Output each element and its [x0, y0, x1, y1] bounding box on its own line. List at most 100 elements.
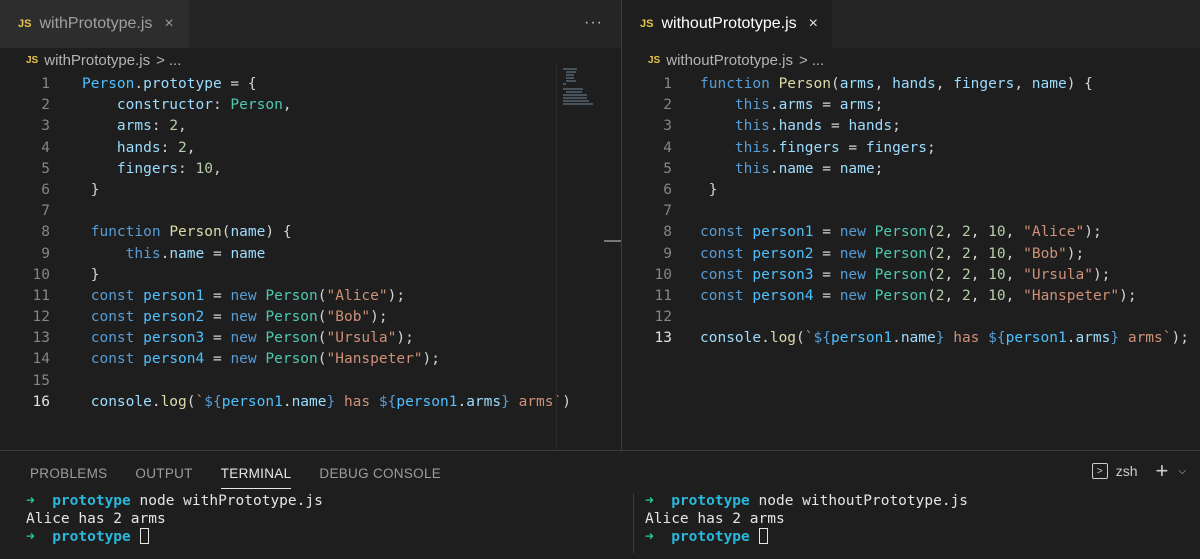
code-line[interactable]: 6 }: [0, 180, 621, 201]
code-text: console.log(`${person1.name} has ${perso…: [700, 330, 1189, 347]
code-text: this.name = name: [125, 245, 266, 262]
code-text: this.name = name;: [734, 160, 884, 177]
tab-problems[interactable]: PROBLEMS: [30, 451, 107, 497]
code-line[interactable]: 14 const person4 = new Person("Hanspeter…: [0, 349, 621, 370]
breadcrumb-file[interactable]: withoutPrototype.js: [666, 52, 793, 69]
code-text: Person.prototype = {: [82, 76, 257, 92]
code-line[interactable]: 4 hands: 2,: [0, 138, 621, 159]
code-line[interactable]: 9 this.name = name: [0, 244, 621, 265]
code-line[interactable]: 10 }: [0, 265, 621, 286]
line-number: 16: [32, 393, 50, 410]
close-icon[interactable]: ×: [809, 15, 818, 33]
more-actions-icon[interactable]: ···: [584, 14, 603, 32]
new-terminal-icon[interactable]: +: [1156, 460, 1169, 482]
tab-with-prototype[interactable]: JS withPrototype.js ×: [0, 0, 190, 48]
js-file-icon: JS: [18, 18, 32, 30]
line-number: 7: [663, 203, 672, 220]
terminal-shell-icon[interactable]: >: [1091, 463, 1108, 479]
line-number: 12: [654, 309, 672, 326]
code-line[interactable]: 6 }: [622, 180, 1200, 201]
prompt-arrow-icon: ➜: [26, 529, 35, 545]
code-line[interactable]: 1 Person.prototype = {: [0, 74, 621, 95]
line-number: 1: [663, 76, 672, 92]
scrollbar[interactable]: [604, 240, 621, 242]
code-editor[interactable]: 1 function Person(arms, hands, fingers, n…: [622, 74, 1200, 349]
chevron-down-icon[interactable]: ⌵: [1178, 466, 1186, 477]
code-line[interactable]: 7: [0, 201, 621, 222]
code-text: const person2 = new Person("Bob");: [82, 309, 388, 326]
code-line[interactable]: 5 fingers: 10,: [0, 159, 621, 180]
code-text: const person3 = new Person("Ursula");: [82, 330, 414, 347]
code-line[interactable]: 8 const person1 = new Person(2, 2, 10, "A…: [622, 222, 1200, 243]
code-line[interactable]: 13 const person3 = new Person("Ursula");: [0, 328, 621, 349]
minimap[interactable]: [556, 62, 606, 450]
code-line[interactable]: 5 this.name = name;: [622, 159, 1200, 180]
code-line[interactable]: 4 this.fingers = fingers;: [622, 138, 1200, 159]
js-file-icon: JS: [640, 18, 654, 30]
code-line[interactable]: 3 this.hands = hands;: [622, 116, 1200, 137]
line-number: 6: [41, 181, 50, 198]
tab-output[interactable]: OUTPUT: [135, 451, 192, 497]
code-line[interactable]: 1 function Person(arms, hands, fingers, n…: [622, 74, 1200, 95]
terminal-line: Alice has 2 arms: [645, 510, 785, 527]
code-line[interactable]: 15: [0, 371, 621, 392]
prompt-arrow-icon: ➜: [645, 493, 654, 509]
js-file-icon: JS: [648, 54, 661, 66]
shell-label[interactable]: zsh: [1116, 463, 1138, 479]
line-number: 2: [663, 97, 672, 114]
terminal-left[interactable]: ➜ prototype node withPrototype.js Alice h…: [26, 493, 323, 547]
line-number: 5: [663, 160, 672, 177]
code-line[interactable]: 10 const person3 = new Person(2, 2, 10, "…: [622, 265, 1200, 286]
close-icon[interactable]: ×: [164, 15, 173, 33]
breadcrumb-symbol[interactable]: ...: [169, 52, 182, 69]
line-number: 9: [41, 245, 50, 262]
code-line[interactable]: 16 console.log(`${person1.name} has ${pe…: [0, 392, 621, 413]
code-text: function Person(arms, hands, fingers, na…: [700, 76, 1093, 92]
code-line[interactable]: 2 this.arms = arms;: [622, 95, 1200, 116]
terminal-line: ➜ prototype: [26, 528, 323, 547]
terminal-cursor: [139, 528, 149, 544]
terminal-command: node withPrototype.js: [130, 493, 323, 509]
code-editor[interactable]: 1 Person.prototype = {2 constructor: Pers…: [0, 74, 621, 413]
terminal-command: node withoutPrototype.js: [749, 493, 969, 509]
code-text: this.fingers = fingers;: [734, 139, 936, 156]
terminal-right[interactable]: ➜ prototype node withoutPrototype.js Alic…: [645, 493, 968, 547]
tab-label: withoutPrototype.js: [661, 15, 797, 32]
tab-without-prototype[interactable]: JS withoutPrototype.js ×: [622, 0, 832, 48]
code-line[interactable]: 8 function Person(name) {: [0, 222, 621, 243]
tab-debug-console[interactable]: DEBUG CONSOLE: [319, 451, 441, 497]
code-line[interactable]: 12 const person2 = new Person("Bob");: [0, 307, 621, 328]
prompt-directory: prototype: [671, 493, 750, 509]
terminal-actions: > zsh + ⌵: [1091, 460, 1186, 482]
code-line[interactable]: 12: [622, 307, 1200, 328]
line-number: 13: [654, 330, 672, 347]
code-line[interactable]: 3 arms: 2,: [0, 116, 621, 137]
prompt-arrow-icon: ➜: [26, 493, 35, 509]
code-line[interactable]: 13 console.log(`${person1.name} has ${per…: [622, 328, 1200, 349]
line-number: 14: [32, 351, 50, 368]
right-tab-bar: JS withoutPrototype.js ×: [622, 0, 1200, 48]
code-text: const person1 = new Person(2, 2, 10, "Al…: [700, 224, 1102, 241]
code-text: fingers: 10,: [116, 160, 222, 177]
breadcrumb: JS withPrototype.js > ...: [0, 48, 621, 72]
code-text: const person4 = new Person(2, 2, 10, "Ha…: [700, 287, 1137, 304]
code-line[interactable]: 11 const person1 = new Person("Alice");: [0, 286, 621, 307]
line-number: 3: [663, 118, 672, 135]
breadcrumb-file[interactable]: withPrototype.js: [44, 52, 150, 69]
line-number: 4: [41, 139, 50, 156]
terminal-split-divider[interactable]: [633, 493, 634, 553]
code-line[interactable]: 11 const person4 = new Person(2, 2, 10, "…: [622, 286, 1200, 307]
code-line[interactable]: 2 constructor: Person,: [0, 95, 621, 116]
tab-terminal[interactable]: TERMINAL: [220, 451, 292, 497]
code-line[interactable]: 7: [622, 201, 1200, 222]
code-line[interactable]: 9 const person2 = new Person(2, 2, 10, "B…: [622, 244, 1200, 265]
js-file-icon: JS: [26, 54, 39, 66]
terminal-command: [750, 529, 759, 545]
line-number: 6: [663, 181, 672, 198]
code-text: const person1 = new Person("Alice");: [82, 287, 406, 304]
breadcrumb-symbol[interactable]: ...: [812, 52, 825, 69]
code-text: }: [82, 181, 100, 198]
breadcrumb-separator: >: [156, 51, 165, 69]
line-number: 4: [663, 139, 672, 156]
code-text: }: [700, 181, 718, 198]
